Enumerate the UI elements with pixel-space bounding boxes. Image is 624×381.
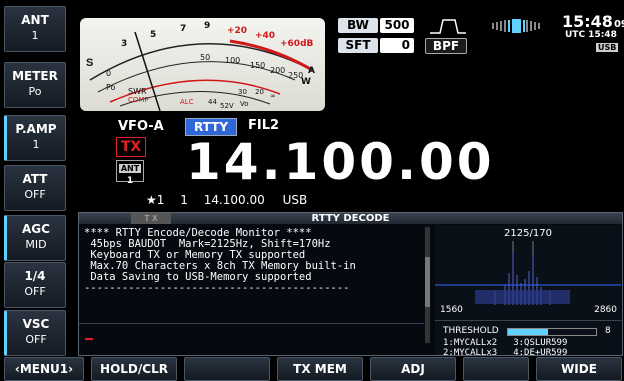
- po-scale-0: 0: [106, 69, 111, 78]
- filter-label: FIL2: [248, 118, 280, 133]
- ant-button-value: 1: [31, 29, 39, 42]
- sub-num: 1: [180, 193, 188, 207]
- ant-indicator-label: ANT: [118, 164, 142, 173]
- ant-button[interactable]: ANT 1: [4, 6, 66, 52]
- clock-time: 15:4809: [562, 12, 624, 31]
- agc-button[interactable]: AGC MID: [4, 215, 66, 261]
- tx-indicator: TX: [116, 137, 146, 157]
- threshold-bar[interactable]: [507, 328, 597, 336]
- vd-scale-44: 44: [208, 98, 217, 106]
- scope-scale-left: 1560: [440, 305, 463, 315]
- s-scale-40: +40: [255, 31, 275, 41]
- meter-face: S 3 5 7 9 +20 +40 +60dB 0 50 100 150 200…: [86, 21, 315, 111]
- vsc-button-value: OFF: [25, 333, 47, 346]
- blank-button-2[interactable]: [463, 357, 529, 381]
- swr-scale-inf: ∞: [270, 92, 276, 100]
- preamp-button-value: 1: [32, 138, 40, 151]
- adj-button[interactable]: ADJ: [370, 357, 456, 381]
- meter-button[interactable]: METER Po: [4, 62, 66, 108]
- meter-s-label: S: [86, 57, 93, 69]
- main-frequency[interactable]: 14.100.00: [186, 136, 495, 188]
- threshold-label: THRESHOLD: [443, 326, 499, 336]
- s-scale-5: 5: [150, 30, 156, 40]
- tx-memory-item[interactable]: 3:QSLUR599: [513, 338, 567, 348]
- vsc-button-label: VSC: [22, 317, 50, 331]
- agc-button-label: AGC: [22, 222, 50, 236]
- bpf-badge: BPF: [425, 38, 467, 54]
- preamp-button[interactable]: P.AMP 1: [4, 115, 66, 161]
- bw-label: BW: [338, 18, 378, 33]
- vsc-button[interactable]: VSC OFF: [4, 310, 66, 356]
- po-scale-200: 200: [270, 66, 285, 75]
- att-button-label: ATT: [22, 172, 48, 186]
- sub-frequency: 14.100.00: [203, 193, 265, 207]
- agc-button-value: MID: [25, 238, 47, 251]
- quarter-button-label: 1/4: [24, 269, 46, 283]
- alc-label: ALC: [180, 98, 194, 106]
- vfo-label: VFO-A: [118, 119, 164, 134]
- att-button-value: OFF: [24, 188, 46, 201]
- wide-button[interactable]: WIDE: [536, 357, 622, 381]
- clock-sec: 09: [613, 19, 624, 30]
- rtty-scrollbar[interactable]: [425, 227, 430, 343]
- threshold-fill: [508, 329, 548, 335]
- analog-meter: S 3 5 7 9 +20 +40 +60dB 0 50 100 150 200…: [80, 18, 325, 111]
- hold-clr-button[interactable]: HOLD/CLR: [91, 357, 177, 381]
- threshold-divider: [435, 320, 621, 321]
- ant-indicator-value: 1: [126, 176, 134, 186]
- meter-button-label: METER: [12, 69, 58, 83]
- s-scale-9: 9: [204, 21, 210, 31]
- ant-indicator: ANT 1: [116, 160, 144, 186]
- svg-text:S: S: [86, 57, 93, 69]
- po-label: Po: [106, 83, 116, 92]
- tx-mem-button[interactable]: TX MEM: [277, 357, 363, 381]
- a-label: A: [308, 66, 315, 76]
- swr-scale-2: 20: [255, 88, 264, 96]
- tx-memory-item[interactable]: 1:MYCALLx2: [443, 338, 497, 348]
- threshold-value: 8: [605, 326, 611, 336]
- po-scale-50: 50: [200, 53, 210, 62]
- vd-scale-52: 52V: [220, 102, 234, 110]
- meter-button-value: Po: [28, 85, 42, 98]
- clock-hm: 15:48: [562, 12, 613, 31]
- po-scale-100: 100: [225, 56, 240, 65]
- sft-value: 0: [380, 38, 414, 53]
- usb-badge: USB: [596, 43, 619, 52]
- s-scale-1: 3: [121, 39, 127, 49]
- rtty-line: ----------------------------------------…: [84, 282, 350, 294]
- att-button[interactable]: ATT OFF: [4, 165, 66, 211]
- tuning-indicator-icon: [492, 19, 540, 33]
- tuning-panel: 2125/170 1560 2860 THRESHOLD 8 1:MYCALLx…: [435, 225, 621, 358]
- utc-clock: UTC 15:48: [565, 30, 617, 40]
- swr-label: SWR: [128, 87, 147, 96]
- blank-button-1[interactable]: [184, 357, 270, 381]
- bw-value: 500: [380, 18, 414, 33]
- s-scale-20: +20: [227, 26, 247, 36]
- rtty-text-area[interactable]: **** RTTY Encode/Decode Monitor **** 45b…: [84, 228, 424, 294]
- vd-label: Vo: [240, 100, 249, 108]
- filter-shape-icon: [430, 19, 466, 34]
- s-scale-7: 7: [180, 24, 186, 34]
- rtty-decode-window: T X RTTY DECODE **** RTTY Encode/Decode …: [78, 212, 623, 358]
- ant-button-label: ANT: [21, 13, 49, 27]
- rtty-scroll-thumb[interactable]: [425, 257, 430, 307]
- s-scale-60: +60dB: [280, 39, 314, 49]
- cursor-marker: [85, 338, 93, 340]
- sub-star: ★1: [146, 193, 165, 207]
- rtty-divider: [79, 323, 424, 324]
- scope-scale-right: 2860: [594, 305, 617, 315]
- rtty-title: RTTY DECODE: [311, 213, 390, 224]
- sub-mode: USB: [282, 193, 308, 207]
- po-unit: W: [301, 77, 311, 87]
- tx-memory-list: 1:MYCALLx2 3:QSLUR599 2:MYCALLx3 4:DE+UR59…: [443, 338, 567, 358]
- quarter-button[interactable]: 1/4 OFF: [4, 262, 66, 308]
- quarter-button-value: OFF: [24, 285, 46, 298]
- menu1-button[interactable]: ‹MENU1›: [4, 357, 84, 381]
- po-scale-150: 150: [250, 61, 265, 70]
- sft-label: SFT: [338, 38, 378, 53]
- swr-scale-3: 30: [238, 88, 247, 96]
- preamp-button-label: P.AMP: [15, 122, 57, 136]
- comp-label: COMP: [128, 96, 149, 104]
- sub-vfo: ★1 1 14.100.00 USB: [146, 193, 307, 207]
